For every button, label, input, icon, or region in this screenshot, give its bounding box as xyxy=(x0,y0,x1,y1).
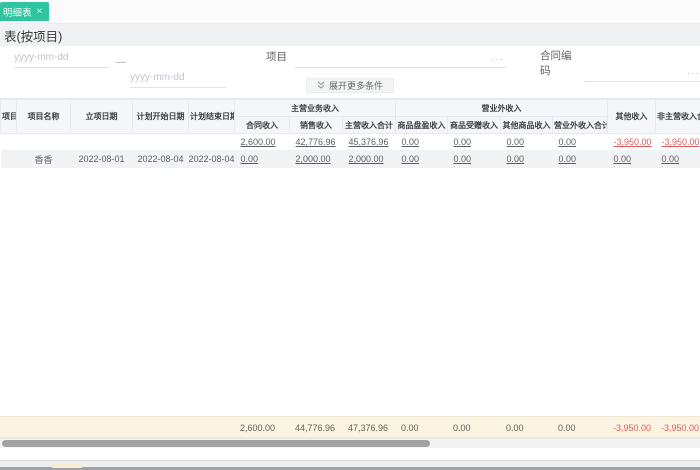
header-group-nonoperating-revenue: 营业外收入 xyxy=(395,99,608,117)
header-contract-revenue: 合同收入 xyxy=(234,116,290,134)
cell-value-link[interactable]: -3,950.00 xyxy=(656,137,700,147)
cell-value-link[interactable]: 45,376.96 xyxy=(343,137,389,147)
header-plan-start-date: 计划开始日期 xyxy=(132,99,189,134)
header-plan-end-date: 计划结束日期 xyxy=(188,99,235,134)
cell-value-link[interactable]: 0.00 xyxy=(448,154,472,164)
cell-date: 2022-08-04 xyxy=(188,150,235,168)
header-setup-date: 立项日期 xyxy=(70,99,133,134)
cell-value-link[interactable]: 2,000.00 xyxy=(343,154,384,164)
total-value: 0.00 xyxy=(506,422,524,433)
expand-conditions-label: 展开更多条件 xyxy=(328,81,383,91)
header-other-income: 其他收入 xyxy=(607,99,656,134)
header-nonoperating-total: 营业外收入合计 xyxy=(552,116,608,134)
total-value: -3,950.00 xyxy=(661,422,700,433)
cell-code xyxy=(0,150,17,168)
cell-value-link[interactable]: 0.00 xyxy=(396,137,420,147)
total-value: 44,776.96 xyxy=(295,422,336,433)
horizontal-scrollbar-thumb[interactable] xyxy=(2,440,430,447)
header-goods-donated-revenue: 商品受赠收入 xyxy=(447,116,501,134)
total-value: -3,950.00 xyxy=(613,422,652,433)
header-nonmain-total: 非主营收入合计 xyxy=(655,99,700,134)
page-title: 表(按项目) xyxy=(4,29,63,44)
report-table: 项目编码 项目名称 立项日期 计划开始日期 计划结束日期 主营业务收入 营业外收… xyxy=(0,99,700,168)
cell-date xyxy=(188,133,235,151)
cell-value-link[interactable]: 0.00 xyxy=(501,154,525,164)
cell-value-link[interactable]: 0.00 xyxy=(608,154,632,164)
total-value: 47,376.96 xyxy=(348,422,389,433)
cell-value-link[interactable]: 2,600.00 xyxy=(235,137,276,147)
date-range-separator: — xyxy=(116,57,126,68)
header-goods-surplus-revenue: 商品盘盈收入 xyxy=(395,116,448,134)
cell-value-link[interactable]: 0.00 xyxy=(501,137,525,147)
title-bar: 表(按项目) xyxy=(0,24,700,46)
total-value: 2,600.00 xyxy=(240,422,276,433)
report-table-wrap: 项目编码 项目名称 立项日期 计划开始日期 计划结束日期 主营业务收入 营业外收… xyxy=(0,98,700,168)
cell-value-link[interactable]: 2,000.00 xyxy=(290,154,331,164)
header-project-name: 项目名称 xyxy=(16,99,71,134)
total-value: 0.00 xyxy=(453,422,471,433)
header-project-code: 项目编码 xyxy=(0,99,17,134)
table-row-subtotal: 2,600.00 42,776.96 45,376.96 0.00 0.00 0… xyxy=(0,133,700,151)
cell-value-link[interactable]: 0.00 xyxy=(448,137,472,147)
date-start-input[interactable] xyxy=(14,48,110,68)
header-other-goods-revenue: 其他商品收入 xyxy=(500,116,553,134)
footer-accent xyxy=(52,463,82,468)
cell-name: 香香 xyxy=(16,150,71,168)
tab-close-icon[interactable]: × xyxy=(37,6,43,17)
header-sales-revenue: 销售收入 xyxy=(289,116,343,134)
filter-project: 项目 ··· xyxy=(266,48,507,68)
cell-value-link[interactable]: 42,776.96 xyxy=(290,137,336,147)
cell-name xyxy=(16,133,71,151)
header-main-revenue-total: 主营收入合计 xyxy=(342,116,396,134)
filter-panel: — 项目 ··· 合同编码 ··· xyxy=(0,46,700,98)
expand-conditions-button[interactable]: 展开更多条件 xyxy=(305,78,394,93)
cell-value-link[interactable]: 0.00 xyxy=(396,154,420,164)
cell-code xyxy=(0,133,17,151)
more-icon[interactable]: ··· xyxy=(491,54,504,68)
cell-date: 2022-08-01 xyxy=(70,150,133,168)
total-value: 0.00 xyxy=(401,422,419,433)
expand-row: 展开更多条件 xyxy=(0,78,700,93)
horizontal-scrollbar[interactable] xyxy=(0,438,700,448)
filter-contract: 合同编码 ··· xyxy=(540,48,700,82)
tab-revenue-detail[interactable]: 明细表 × xyxy=(0,2,50,21)
double-chevron-down-icon xyxy=(317,81,325,89)
header-group-main-revenue: 主营业务收入 xyxy=(234,99,396,117)
cell-value-link[interactable]: 0.00 xyxy=(656,154,680,164)
cell-date xyxy=(132,133,189,151)
tab-label: 明细表 xyxy=(3,7,32,19)
cell-value-link[interactable]: 0.00 xyxy=(235,154,259,164)
cell-date xyxy=(70,133,133,151)
project-input[interactable] xyxy=(295,48,507,68)
project-label: 项目 xyxy=(266,51,287,63)
tab-bar: 明细表 × xyxy=(0,0,700,24)
cell-value-link[interactable]: -3,950.00 xyxy=(608,137,652,147)
total-value: 0.00 xyxy=(558,422,576,433)
cell-value-link[interactable]: 0.00 xyxy=(553,154,577,164)
table-row-project: 香香 2022-08-01 2022-08-04 2022-08-04 0.00… xyxy=(0,150,700,168)
cell-value-link[interactable]: 0.00 xyxy=(553,137,577,147)
footer-strip xyxy=(0,460,700,470)
contract-code-label: 合同编码 xyxy=(540,50,572,77)
app-window: 明细表 × 表(按项目) — xyxy=(0,0,700,470)
grand-total-row: 2,600.00 44,776.96 47,376.96 0.00 0.00 0… xyxy=(0,416,700,438)
cell-date: 2022-08-04 xyxy=(132,150,189,168)
